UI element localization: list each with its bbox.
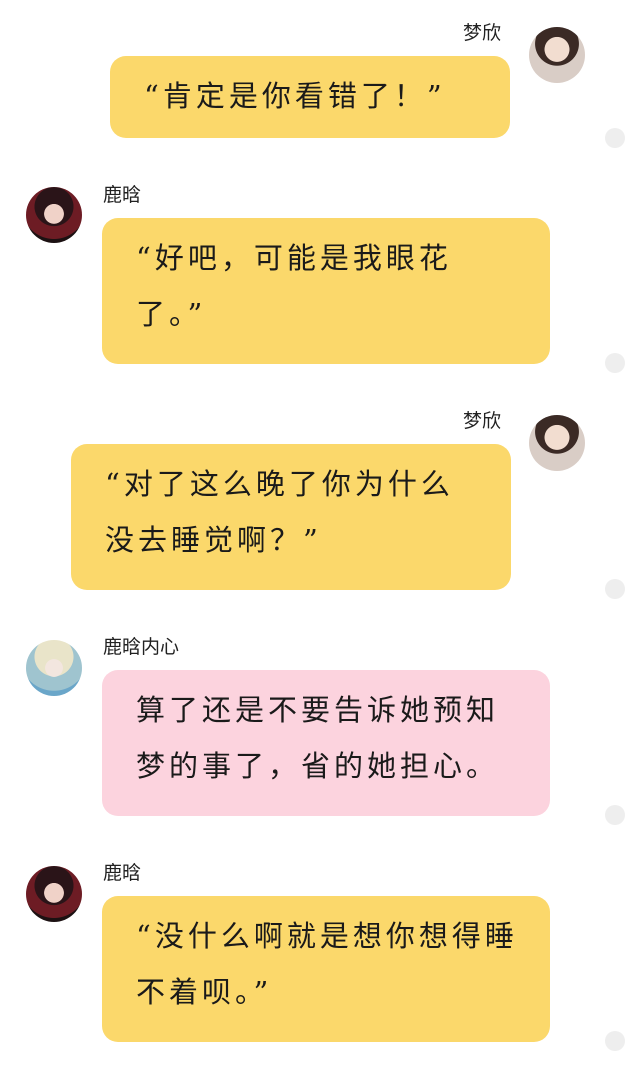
boy-avatar[interactable] <box>26 187 82 243</box>
status-dot-icon <box>605 1031 625 1051</box>
girl-avatar[interactable] <box>529 27 585 83</box>
sender-name: 鹿晗 <box>103 184 142 206</box>
message-bubble: “好吧，可能是我眼花了。” <box>102 218 550 364</box>
sender-name: 鹿晗 <box>103 862 142 884</box>
girl-avatar[interactable] <box>529 415 585 471</box>
sender-name: 鹿晗内心 <box>103 636 180 658</box>
status-dot-icon <box>605 128 625 148</box>
status-dot-icon <box>605 353 625 373</box>
boy-inner-avatar[interactable] <box>26 640 82 696</box>
message-bubble: “肯定是你看错了！” <box>110 56 510 138</box>
message-bubble: “没什么啊就是想你想得睡不着呗。” <box>102 896 550 1042</box>
status-dot-icon <box>605 805 625 825</box>
status-dot-icon <box>605 579 625 599</box>
sender-name: 梦欣 <box>463 410 502 432</box>
boy-avatar[interactable] <box>26 866 82 922</box>
sender-name: 梦欣 <box>463 22 502 44</box>
message-bubble: “对了这么晚了你为什么没去睡觉啊？” <box>71 444 511 590</box>
message-bubble: 算了还是不要告诉她预知梦的事了，省的她担心。 <box>102 670 550 816</box>
